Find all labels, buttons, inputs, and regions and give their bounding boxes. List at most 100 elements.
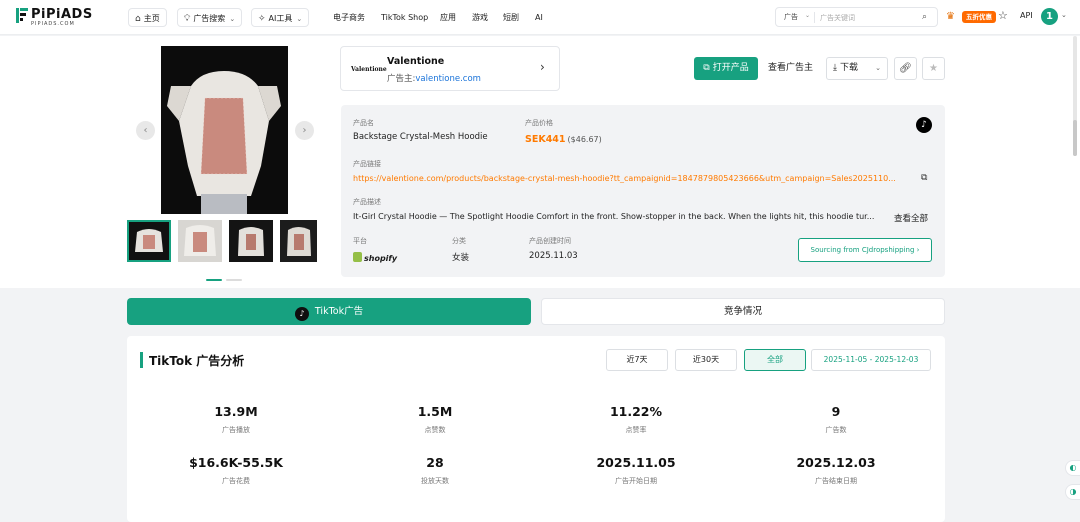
carousel-dot-active[interactable] [206,279,222,281]
crown-icon: ♛ [946,11,955,22]
stat-label: 点赞率 [625,426,647,434]
copy-link-button[interactable]: 🔗︎ [894,57,917,80]
tiktok-icon: ♪ [294,307,309,321]
download-label: 下载 [839,63,858,73]
side-widget-help[interactable]: ◑ [1065,484,1080,500]
stat-value: 11.22% [609,404,663,419]
thumbnail-3[interactable] [229,220,273,262]
view-advertiser-button[interactable]: 查看广告主 [768,57,813,80]
nav-ad-search-label: 广告搜索 [193,14,226,23]
stat-label: 广告播放 [222,426,250,434]
stat-ad-views: 13.9M 广告播放 [156,404,316,435]
nav-ai-tools-label: AI工具 [268,14,293,23]
nav-apps[interactable]: 应用 [440,8,456,27]
stat-start-date: 2025.11.05 广告开始日期 [556,455,716,486]
stat-likes: 1.5M 点赞数 [355,404,515,435]
created-label: 产品创建时间 [529,237,571,245]
star-icon: ★ [929,63,938,74]
favorites-star-icon[interactable]: ☆ [998,9,1008,22]
scrollbar-thumb[interactable] [1073,120,1077,156]
open-product-button[interactable]: ⧉ 打开产品 [694,57,758,80]
next-image-button[interactable]: › [295,121,314,140]
copy-icon[interactable]: ⧉ [921,173,927,183]
stat-value: 2025.12.03 [796,455,876,470]
analytics-title: TikTok 广告分析 [149,354,245,368]
stat-value: $16.6K-55.5K [189,455,283,470]
sourcing-label: Sourcing from CJdropshipping [810,246,915,254]
search-bar: 广告 ⌄ ⌕ [775,7,938,27]
divider [814,12,815,23]
date-range-picker[interactable]: 2025-11-05 - 2025-12-03 [811,349,931,371]
stat-days-running: 28 投放天数 [355,455,515,486]
hoodie-photo [161,46,288,214]
prev-image-button[interactable]: ‹ [136,121,155,140]
thumbnail-2[interactable] [178,220,222,262]
promo-badge[interactable]: 五折优惠 [962,11,996,23]
help-icon: ◑ [1069,487,1077,496]
stat-ad-count: 9 广告数 [756,404,916,435]
date-end: 2025-12-03 [874,355,919,364]
search-icon[interactable]: ⌕ [922,12,927,22]
tiktok-icon[interactable]: ♪ [916,117,932,133]
brand-domain: PIPIADS.COM [31,21,75,27]
stat-ad-spend: $16.6K-55.5K 广告花费 [156,455,316,486]
advertiser-domain-row: 广告主:valentione.com [387,72,481,84]
nav-ai-tools[interactable]: ✧ AI工具 ⌄ [251,8,310,27]
date-separator: - [869,355,873,364]
tab-competition[interactable]: 竞争情况 [541,298,945,325]
nav-tiktok-shop[interactable]: TikTok Shop [381,8,428,27]
tab-tiktok-ads-label: TikTok广告 [314,306,364,317]
tiktok-ad-analytics: TikTok 广告分析 近7天 近30天 全部 2025-11-05 - 202… [127,336,945,522]
stat-label: 点赞数 [424,426,446,434]
range-30-days-button[interactable]: 近30天 [675,349,737,371]
thumbnail-1[interactable] [127,220,171,262]
user-avatar[interactable]: 1 [1041,8,1058,25]
search-input[interactable] [820,11,910,24]
favorite-button[interactable]: ★ [922,57,945,80]
price-usd: ($46.67) [567,135,602,144]
thumbnail-image [129,222,169,260]
see-all-link[interactable]: 查看全部 [894,212,928,224]
chevron-right-icon: › [916,246,920,254]
brand-name: PiPiADS [31,7,93,22]
stat-value: 1.5M [417,404,453,419]
home-icon: ⌂ [135,14,141,24]
nav-short-drama[interactable]: 短剧 [503,8,519,27]
nav-ai[interactable]: AI [535,8,543,27]
thumbnail-image [280,220,317,262]
range-7-days-button[interactable]: 近7天 [606,349,668,371]
search-type-select[interactable]: 广告 [784,12,798,22]
nav-ecommerce[interactable]: 电子商务 [333,8,365,27]
advertiser-card[interactable]: Valentione Valentione 广告主:valentione.com… [340,46,560,91]
product-name-label: 产品名 [353,119,374,127]
stat-label: 广告花费 [222,477,250,485]
stat-label: 广告开始日期 [615,477,657,485]
thumbnail-4[interactable] [280,220,317,262]
download-button[interactable]: ⤓ 下载 ⌄ [826,57,888,80]
product-main-image[interactable] [161,46,288,214]
chevron-down-icon[interactable]: ⌄ [1061,11,1067,19]
advertiser-domain-link[interactable]: valentione.com [415,74,481,84]
api-link[interactable]: API [1020,11,1033,20]
range-all-button[interactable]: 全部 [744,349,806,371]
platform-name: shopify [364,254,398,263]
chevron-down-icon: ⌄ [875,64,881,72]
nav-home[interactable]: ⌂ 主页 [128,8,167,27]
product-price-label: 产品价格 [525,119,553,127]
sourcing-button[interactable]: Sourcing from CJdropshipping › [798,238,932,262]
product-link[interactable]: https://valentione.com/products/backstag… [353,174,915,183]
chevron-down-icon: ⌄ [296,15,303,23]
stat-value: 13.9M [214,404,258,419]
nav-games[interactable]: 游戏 [472,8,488,27]
platform-label: 平台 [353,237,367,245]
stat-label: 广告数 [825,426,847,434]
chevron-down-icon: ⌄ [805,12,811,19]
top-navigation-bar: PiPiADS PIPIADS.COM ⌂ 主页 💡︎ 广告搜索 ⌄ ✧ AI工具 ⌄ 电… [0,0,1080,35]
category-value: 女装 [452,253,470,263]
advertiser-logo: Valentione [351,66,387,73]
nav-ad-search[interactable]: 💡︎ 广告搜索 ⌄ [177,8,243,27]
date-start: 2025-11-05 [823,355,868,364]
side-widget-chat[interactable]: ◐ [1065,460,1080,476]
tab-tiktok-ads[interactable]: ♪ TikTok广告 [127,298,531,325]
carousel-dot[interactable] [226,279,242,281]
